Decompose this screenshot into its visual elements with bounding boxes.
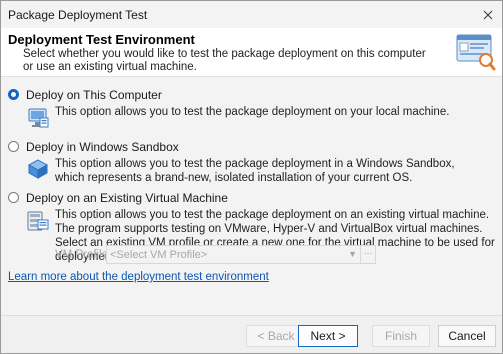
- vm-profile-value: <Select VM Profile>: [110, 249, 208, 261]
- learn-more-link[interactable]: Learn more about the deployment test env…: [8, 271, 269, 283]
- option-label-existing-vm[interactable]: Deploy on an Existing Virtual Machine: [26, 191, 228, 205]
- option-label-this-computer[interactable]: Deploy on This Computer: [26, 88, 162, 102]
- close-icon: [483, 10, 493, 19]
- vm-profile-select[interactable]: <Select VM Profile> ▼ ...: [106, 245, 376, 264]
- wizard-header: Deployment Test Environment Select wheth…: [1, 28, 502, 77]
- page-description: Select whether you would like to test th…: [23, 48, 426, 73]
- window-title: Package Deployment Test: [8, 8, 148, 22]
- radio-deploy-windows-sandbox[interactable]: [8, 141, 19, 152]
- options-panel: Deploy on This Computer This option allo…: [1, 77, 502, 317]
- sandbox-icon: [27, 159, 49, 179]
- option-label-windows-sandbox[interactable]: Deploy in Windows Sandbox: [26, 140, 179, 154]
- vm-profile-browse-button[interactable]: ...: [360, 246, 375, 263]
- back-button[interactable]: < Back: [246, 325, 306, 347]
- virtual-machine-icon: [27, 211, 49, 231]
- option-description-this-computer: This option allows you to test the packa…: [55, 106, 450, 118]
- close-button[interactable]: [474, 1, 502, 28]
- option-description-windows-sandbox: This option allows you to test the packa…: [55, 158, 455, 184]
- computer-icon: [28, 108, 49, 128]
- finish-button[interactable]: Finish: [372, 325, 430, 347]
- page-title: Deployment Test Environment: [8, 32, 195, 47]
- next-button[interactable]: Next >: [298, 325, 358, 347]
- title-bar: Package Deployment Test: [1, 1, 502, 28]
- vm-profile-label: VM Profile:: [55, 249, 112, 261]
- radio-deploy-existing-vm[interactable]: [8, 192, 19, 203]
- deployment-environment-icon: [456, 34, 496, 71]
- dialog-window: Package Deployment Test Deployment Test …: [0, 0, 503, 354]
- radio-deploy-this-computer[interactable]: [8, 89, 19, 100]
- cancel-button[interactable]: Cancel: [438, 325, 496, 347]
- wizard-footer: < Back Next > Finish Cancel: [1, 315, 502, 353]
- chevron-down-icon: ▼: [348, 249, 357, 259]
